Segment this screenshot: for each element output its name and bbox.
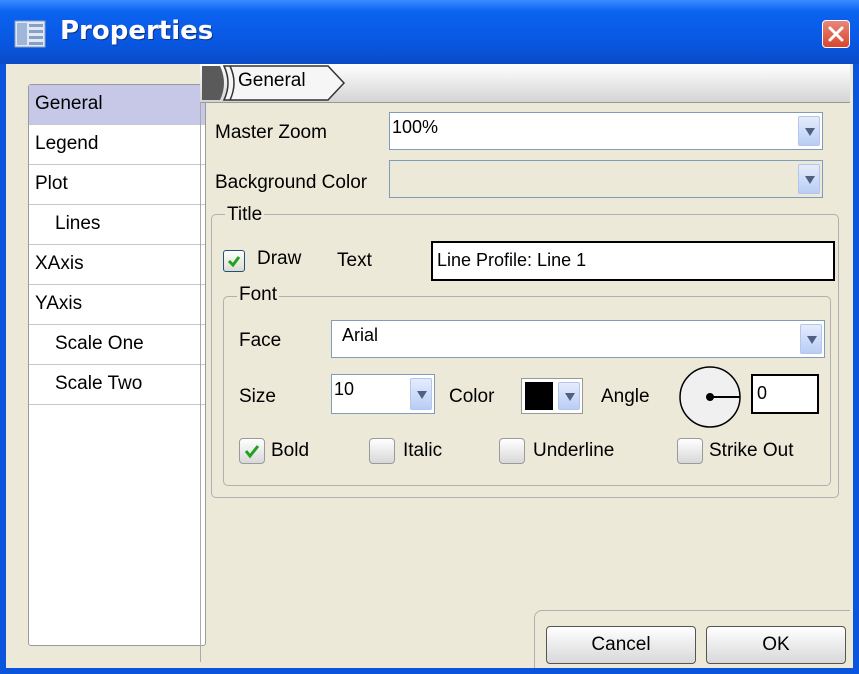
- font-size-dropdown-button[interactable]: [410, 378, 432, 410]
- cancel-button[interactable]: Cancel: [546, 626, 696, 664]
- checkmark-icon: [227, 256, 241, 268]
- size-label: Size: [239, 386, 276, 407]
- font-color-picker[interactable]: [521, 378, 583, 414]
- properties-window: Properties General Legend Plot Lines XAx…: [0, 0, 859, 674]
- title-bar[interactable]: Properties: [0, 0, 859, 64]
- angle-label: Angle: [601, 386, 650, 407]
- face-label: Face: [239, 330, 282, 351]
- checkmark-icon: [244, 445, 260, 459]
- draw-checkbox[interactable]: [223, 250, 245, 272]
- color-swatch: [525, 382, 553, 410]
- master-zoom-dropdown-button[interactable]: [798, 116, 820, 146]
- angle-input[interactable]: 0: [751, 374, 819, 414]
- chevron-down-icon: [805, 176, 815, 184]
- dialog-client-area: General Legend Plot Lines XAxis YAxis Sc…: [6, 64, 853, 668]
- window-title: Properties: [60, 16, 214, 46]
- font-group-label: Font: [237, 284, 280, 306]
- sidebar-item-lines[interactable]: Lines: [29, 205, 205, 245]
- close-icon: [828, 26, 844, 42]
- font-face-select[interactable]: Arial: [331, 320, 825, 358]
- background-color-dropdown-button[interactable]: [798, 164, 820, 194]
- sidebar-item-plot[interactable]: Plot: [29, 165, 205, 205]
- chevron-down-icon: [565, 393, 575, 401]
- font-face-value: Arial: [342, 325, 379, 345]
- sidebar-item-yaxis[interactable]: YAxis: [29, 285, 205, 325]
- master-zoom-label: Master Zoom: [215, 122, 327, 143]
- chevron-down-icon: [807, 336, 817, 344]
- underline-checkbox[interactable]: [499, 438, 525, 464]
- sidebar-item-scale-one[interactable]: Scale One: [29, 325, 205, 365]
- italic-label: Italic: [403, 440, 443, 461]
- sidebar-item-xaxis[interactable]: XAxis: [29, 245, 205, 285]
- font-face-dropdown-button[interactable]: [800, 324, 822, 354]
- underline-label: Underline: [533, 440, 615, 461]
- color-label: Color: [449, 386, 495, 407]
- background-color-label: Background Color: [215, 172, 368, 193]
- strikeout-label: Strike Out: [709, 440, 794, 461]
- sidebar-item-scale-two[interactable]: Scale Two: [29, 365, 205, 405]
- master-zoom-select[interactable]: 100%: [389, 112, 823, 150]
- bold-label: Bold: [271, 440, 310, 461]
- ok-button[interactable]: OK: [706, 626, 846, 664]
- background-color-select[interactable]: [389, 160, 823, 198]
- font-size-value: 10: [334, 379, 355, 399]
- sidebar-item-general[interactable]: General: [29, 85, 205, 125]
- category-list[interactable]: General Legend Plot Lines XAxis YAxis Sc…: [28, 84, 206, 646]
- title-text-label: Text: [337, 250, 372, 271]
- close-button[interactable]: [822, 20, 850, 48]
- general-panel: Master Zoom 100% Background Color Title …: [200, 102, 850, 662]
- strikeout-checkbox[interactable]: [677, 438, 703, 464]
- draw-label: Draw: [257, 248, 302, 269]
- font-size-select[interactable]: 10: [331, 374, 435, 414]
- chevron-down-icon: [417, 391, 427, 399]
- master-zoom-value: 100%: [392, 117, 439, 137]
- properties-app-icon: [14, 20, 46, 48]
- italic-checkbox[interactable]: [369, 438, 395, 464]
- angle-dial[interactable]: [677, 364, 743, 430]
- title-text-input[interactable]: Line Profile: Line 1: [431, 241, 835, 281]
- sidebar-item-legend[interactable]: Legend: [29, 125, 205, 165]
- title-group-label: Title: [225, 204, 265, 226]
- bold-checkbox[interactable]: [239, 438, 265, 464]
- tab-strip: General: [200, 64, 850, 103]
- font-color-dropdown-button[interactable]: [558, 382, 580, 410]
- chevron-down-icon: [805, 128, 815, 136]
- tab-general-label: General: [238, 70, 306, 91]
